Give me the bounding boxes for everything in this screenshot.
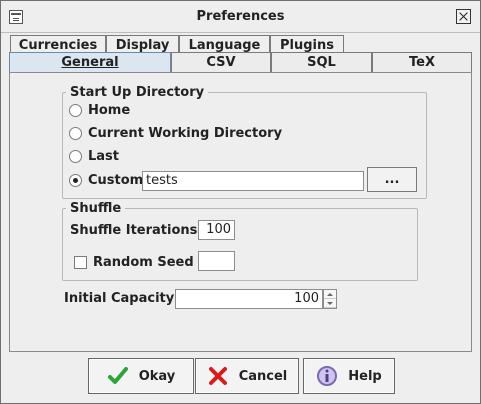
window-title: Preferences [196,9,285,24]
tab-sql[interactable]: SQL [271,52,372,73]
tab-csv[interactable]: CSV [171,52,271,73]
tab-label: TeX [409,55,435,70]
initial-capacity-label: Initial Capacity [64,291,175,306]
custom-directory-input[interactable]: tests [142,171,364,191]
radio-current-working-directory[interactable]: Current Working Directory [69,124,282,142]
cancel-label: Cancel [238,368,288,384]
tab-label: General [61,55,119,70]
radio-home[interactable]: Home [69,101,130,119]
random-seed-input[interactable] [198,251,235,271]
radio-home-label: Home [88,102,131,118]
help-label: Help [348,368,382,384]
info-icon [317,366,338,386]
tab-label: Language [188,38,261,53]
okay-button[interactable]: Okay [88,358,194,394]
tab-label: Currencies [18,38,98,53]
browse-button[interactable]: ... [367,167,417,192]
spinner-down-icon[interactable] [324,299,336,308]
shuffle-iterations-input[interactable]: 100 [198,220,235,240]
tab-label: SQL [307,55,336,70]
random-seed-label: Random Seed [93,254,194,270]
random-seed-checkbox[interactable] [74,255,87,269]
startup-directory-legend: Start Up Directory [70,85,205,100]
general-panel: Start Up Directory Home Current Working … [9,72,472,352]
radio-last-label: Last [88,148,120,164]
random-seed-checkbox-row[interactable]: Random Seed [74,253,194,271]
preferences-window: Preferences Currencies Display Language … [0,0,481,404]
cancel-button[interactable]: Cancel [195,358,299,394]
radio-custom[interactable]: Custom [69,171,143,189]
radio-last[interactable]: Last [69,147,119,165]
x-icon [208,367,227,385]
tab-tex[interactable]: TeX [372,52,472,73]
radio-custom-label: Custom [88,172,144,188]
shuffle-iterations-label: Shuffle Iterations [70,223,198,238]
shuffle-legend: Shuffle [70,201,122,216]
tab-label: Plugins [280,38,334,53]
tab-general[interactable]: General [9,52,171,73]
radio-home-button[interactable] [69,103,82,117]
okay-label: Okay [138,368,176,384]
tab-label: Display [115,38,170,53]
tab-label: CSV [206,55,236,70]
check-icon [107,367,128,384]
radio-last-button[interactable] [69,149,82,163]
initial-capacity-spinner[interactable] [323,289,337,309]
initial-capacity-input[interactable]: 100 [175,289,323,309]
radio-current-working-directory-label: Current Working Directory [88,125,283,141]
radio-custom-button[interactable] [69,173,82,187]
title-bar: Preferences [1,1,480,33]
help-button[interactable]: Help [303,358,395,394]
radio-current-working-directory-button[interactable] [69,126,82,140]
close-icon[interactable] [456,9,471,24]
spinner-up-icon[interactable] [324,290,336,299]
